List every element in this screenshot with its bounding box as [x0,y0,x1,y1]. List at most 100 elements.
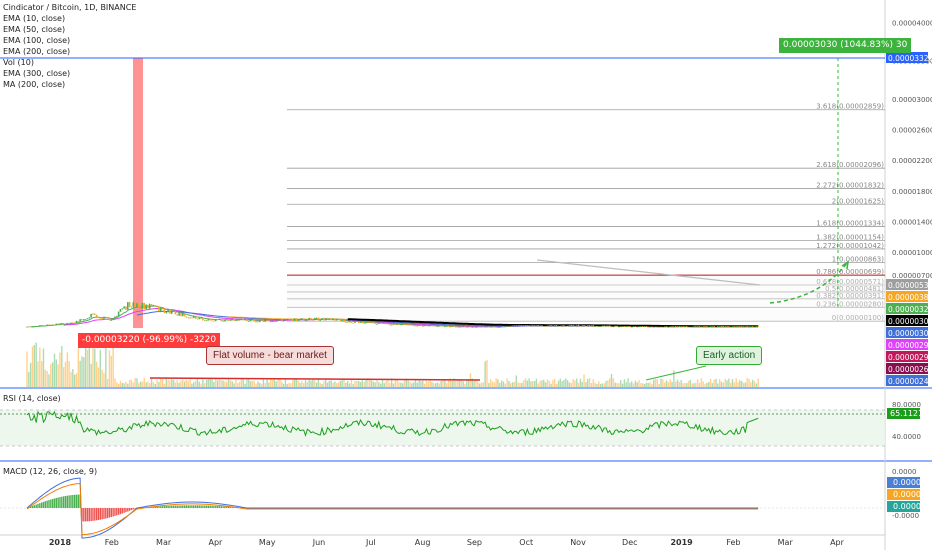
indicator-vol[interactable]: Vol (10) [3,57,136,68]
volume-bar [50,364,52,387]
candle-body [141,302,144,309]
volume-bar [554,378,556,387]
candle-body [519,324,521,326]
candle-body [92,313,94,315]
volume-bar [125,381,127,387]
volume-bar [689,379,692,387]
volume-bar [246,379,248,387]
volume-bar [293,379,296,387]
macd-hist-bar [183,505,186,508]
volume-bar [434,383,437,387]
candle-body [607,325,609,327]
candle-body [706,326,708,328]
volume-bar [143,378,145,387]
price-tag-label: 0.00000530 [888,281,932,290]
candle-body [411,324,413,326]
volume-bar [260,383,263,387]
candle-body [286,318,289,320]
volume-bar [420,381,422,387]
candle-body [361,321,364,324]
volume-bar [216,380,219,387]
volume-bar [422,380,424,387]
candle-body [370,322,373,324]
candle-body [150,304,153,306]
candle-body [400,324,402,326]
indicator-ema50[interactable]: EMA (50, close) [3,24,136,35]
volume-bar [444,380,446,387]
candle-body [282,320,285,322]
rsi-current: 65.1121 [890,409,923,418]
candle-body [313,318,316,320]
indicator-ma200[interactable]: MA (200, close) [3,79,136,90]
volume-bar [187,380,189,387]
candle-body [62,323,65,325]
candle-body [354,321,356,323]
drop-highlight [133,58,143,328]
candle-body [746,326,748,328]
volume-bar [559,378,561,387]
volume-bar [757,378,759,387]
y-tick-label: 0.00004000 [892,19,932,27]
indicator-ema300[interactable]: EMA (300, close) [3,68,136,79]
candle-body [125,306,127,310]
early-action-note: Early action [696,346,763,365]
candle-body [192,316,195,318]
candle-body [202,317,204,321]
volume-bar [755,383,758,387]
volume-bar [169,380,171,387]
price-tag-label: 0.00000265 [888,365,932,374]
candle-body [352,322,354,324]
candle-body [616,325,618,327]
volume-bar [572,379,574,387]
candle-body [319,319,321,321]
drop-tag: -0.00003220 (-96.99%) -3220 [78,333,221,348]
candle-body [715,326,717,328]
candle-body [740,326,743,328]
macd-hist-bar [161,506,164,508]
volume-bar [145,382,147,387]
volume-bar [72,369,74,387]
candle-body [44,325,47,327]
macd-hist-bar [84,508,87,522]
volume-bar [524,378,527,387]
candle-body [293,318,296,321]
macd-hist-bar [180,505,182,508]
macd-label[interactable]: MACD (12, 26, close, 9) [3,467,97,476]
candle-body [343,319,345,322]
rsi-label[interactable]: RSI (14, close) [3,394,61,403]
volume-bar [277,378,279,387]
volume-bar [224,381,226,387]
fib-label: 1.618(0.00001334) [816,220,884,228]
candle-body [455,326,457,328]
volume-bar [119,380,122,387]
volume-bar [244,383,246,387]
candle-body [493,326,496,328]
indicator-ema100[interactable]: EMA (100, close) [3,35,136,46]
volume-bar [90,363,92,387]
macd-hist-bar [90,508,92,522]
volume-bar [539,380,541,387]
candle-body [416,325,419,327]
candle-body [733,326,736,328]
volume-bar [707,382,710,387]
indicator-ema200[interactable]: EMA (200, close) [3,46,136,57]
candle-body [709,326,712,328]
price-chart[interactable]: 3.618(0.00002859) 2.618(0.00002096) 2.272(… [0,0,932,550]
candle-body [434,325,437,327]
volume-bar [680,380,682,387]
volume-bar [132,382,134,387]
candle-body [264,319,267,322]
fib-label: 2.272(0.00001832) [816,181,884,189]
candle-body [647,326,650,328]
volume-bar [634,380,637,387]
candle-body [273,321,276,322]
volume-bar [401,383,404,387]
candle-body [533,325,536,327]
x-tick-label: Jun [312,538,326,547]
volume-bar [259,382,261,387]
indicator-ema10[interactable]: EMA (10, close) [3,13,136,24]
candle-body [422,325,424,327]
macd-hist-bar [167,505,169,508]
volume-bar [497,379,499,387]
volume-bar [229,380,232,387]
